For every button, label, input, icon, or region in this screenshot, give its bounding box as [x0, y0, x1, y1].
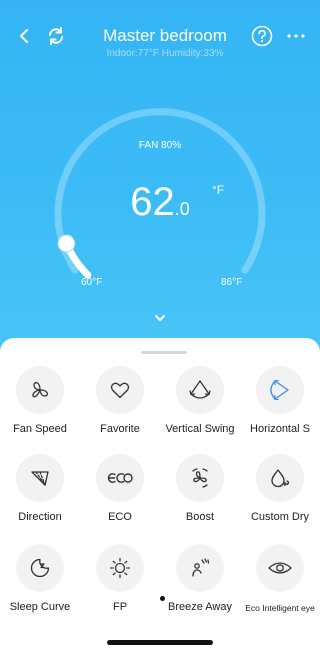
function-label: Favorite — [100, 423, 140, 435]
vertical-swing-icon — [189, 380, 211, 399]
sun-icon-wrap — [96, 544, 144, 592]
help-icon — [251, 25, 273, 47]
eye-icon — [268, 562, 292, 574]
function-eco-intelligent-eye[interactable]: Eco Intelligent eye — [240, 544, 320, 624]
eco-icon-wrap — [96, 454, 144, 502]
temperature-decimal: .0 — [174, 199, 190, 219]
sheet-handle[interactable] — [141, 351, 187, 354]
function-custom-dry[interactable]: Custom Dry — [240, 454, 320, 534]
chevron-left-icon — [20, 29, 28, 43]
room-title: Master bedroom — [103, 26, 227, 45]
function-label: Eco Intelligent eye — [245, 603, 315, 613]
back-button[interactable] — [12, 24, 36, 48]
heart-icon-wrap — [96, 366, 144, 414]
help-button[interactable] — [250, 24, 274, 48]
chevron-down-icon[interactable] — [154, 313, 166, 323]
heart-icon — [110, 382, 130, 399]
dial-max-label: 86°F — [221, 277, 243, 288]
vertical-swing-icon-wrap — [176, 366, 224, 414]
custom-dry-icon-wrap — [256, 454, 304, 502]
function-fp[interactable]: FP — [80, 544, 160, 624]
home-indicator — [107, 640, 213, 645]
thermostat-panel: Master bedroom Indoor:77°F Humidity:33% … — [0, 0, 320, 352]
eco-icon — [107, 473, 133, 483]
function-label: Breeze Away — [167, 601, 232, 613]
horizontal-swing-icon-wrap — [256, 366, 304, 414]
direction-icon-wrap — [16, 454, 64, 502]
boost-icon — [192, 468, 208, 488]
dial-knob — [57, 234, 76, 253]
refresh-button[interactable] — [44, 24, 68, 48]
function-direction[interactable]: Direction — [0, 454, 80, 534]
function-label: Custom Dry — [250, 511, 310, 523]
breeze-away-icon-wrap — [176, 544, 224, 592]
refresh-icon — [49, 27, 63, 45]
top-bar: Master bedroom Indoor:77°F Humidity:33% — [0, 24, 320, 59]
direction-icon — [31, 471, 49, 486]
indoor-status: Indoor:77°F Humidity:33% — [106, 48, 224, 59]
temperature-integer: 62 — [130, 180, 175, 224]
function-label: Direction — [18, 511, 62, 523]
temperature-unit: °F — [212, 183, 225, 197]
breeze-away-icon — [192, 558, 210, 577]
function-sleep-curve[interactable]: Sleep Curve — [0, 544, 80, 624]
function-label: Sleep Curve — [9, 601, 71, 613]
eye-icon-wrap — [256, 544, 304, 592]
fan-speed-icon — [32, 381, 49, 398]
function-boost[interactable]: Boost — [160, 454, 240, 534]
function-label: FP — [112, 601, 128, 613]
boost-icon-wrap — [176, 454, 224, 502]
sleep-curve-icon — [30, 558, 50, 578]
set-temperature: 62.0 — [90, 180, 230, 225]
function-sheet: Fan Speed Favorite Vertical Swing Horizo… — [0, 338, 320, 658]
function-vertical-swing[interactable]: Vertical Swing — [160, 366, 240, 446]
function-label: Boost — [185, 511, 215, 523]
fan-speed-readout: FAN 80% — [138, 140, 182, 151]
more-icon — [287, 34, 305, 38]
page-indicator-dot — [160, 596, 165, 601]
function-eco[interactable]: ECO — [80, 454, 160, 534]
function-label: ECO — [108, 511, 132, 523]
custom-dry-icon — [271, 469, 290, 488]
sleep-curve-icon-wrap — [16, 544, 64, 592]
function-label: Horizontal S — [250, 423, 310, 435]
horizontal-swing-icon — [270, 379, 289, 401]
function-breeze-away[interactable]: Breeze Away — [160, 544, 240, 624]
function-fan-speed[interactable]: Fan Speed — [0, 366, 80, 446]
function-label: Vertical Swing — [165, 423, 235, 435]
function-horizontal-swing[interactable]: Horizontal S — [240, 366, 320, 446]
sun-icon — [109, 557, 131, 579]
fan-speed-icon-wrap — [16, 366, 64, 414]
function-label: Fan Speed — [13, 423, 67, 435]
dial-min-label: 60°F — [81, 277, 103, 288]
function-favorite[interactable]: Favorite — [80, 366, 160, 446]
more-button[interactable] — [283, 24, 309, 48]
